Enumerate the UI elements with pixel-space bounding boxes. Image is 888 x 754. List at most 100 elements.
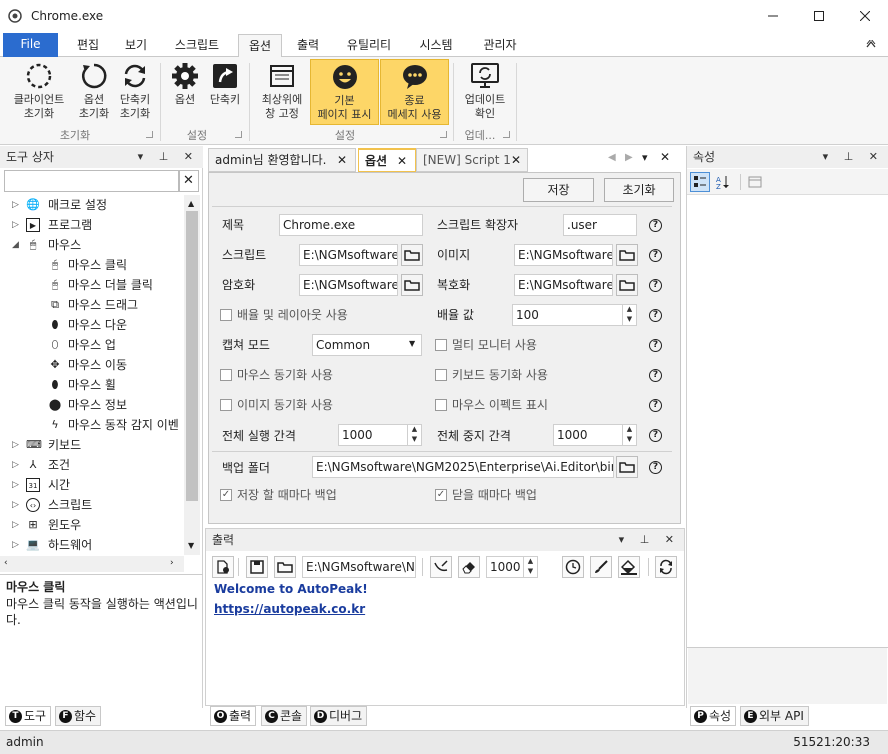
tab-output[interactable]: 출력 — [286, 34, 330, 57]
properties-panel-buttons[interactable]: ▾ ⊥ ✕ — [823, 146, 884, 168]
tab-output[interactable]: O 출력 — [210, 706, 257, 726]
decrypt-browse-button[interactable] — [616, 274, 638, 296]
spin-down-icon[interactable]: ▼ — [524, 566, 537, 576]
scale-layout-checkbox[interactable] — [220, 309, 232, 321]
group-reset-launcher[interactable] — [146, 131, 153, 138]
tree-item-condition[interactable]: ▷ ⅄ 조건 — [4, 455, 184, 475]
tab-view[interactable]: 보기 — [114, 34, 158, 57]
tab-script[interactable]: 스크립트 — [164, 34, 230, 57]
open-log-folder-button[interactable] — [274, 556, 296, 578]
default-page-button[interactable]: 기본 페이지 표시 — [310, 59, 379, 125]
save-button[interactable]: 저장 — [523, 178, 594, 202]
tab-properties[interactable]: P 속성 — [690, 706, 737, 726]
collapse-icon[interactable]: ◢ — [12, 235, 19, 255]
close-tab-icon[interactable]: ✕ — [511, 149, 521, 171]
title-input[interactable]: Chrome.exe — [279, 214, 423, 236]
help-icon[interactable]: ? — [649, 309, 662, 322]
close-tab-icon[interactable]: ✕ — [397, 150, 407, 172]
toolbox-hscrollbar[interactable]: ‹ › — [0, 556, 184, 572]
save-log-button[interactable] — [246, 556, 268, 578]
doc-tab-options[interactable]: 옵션 ✕ — [358, 148, 416, 172]
help-icon[interactable]: ? — [649, 249, 662, 262]
tree-item-mouse-click[interactable]: 🖰 마우스 클릭 — [4, 255, 184, 275]
expand-icon[interactable]: ▷ — [12, 435, 19, 455]
tree-item-mouse[interactable]: ◢ 🖱 마우스 — [4, 235, 184, 255]
keyboard-sync-checkbox[interactable] — [435, 369, 447, 381]
expand-icon[interactable]: ▷ — [12, 475, 19, 495]
tab-admin[interactable]: 관리자 — [472, 34, 528, 57]
tree-item-mouse-double-click[interactable]: 🖰 마우스 더블 클릭 — [4, 275, 184, 295]
doc-tab-welcome[interactable]: admin님 환영합니다. ✕ — [208, 148, 356, 172]
expand-icon[interactable]: ▷ — [12, 455, 19, 475]
scroll-right-icon[interactable]: › — [170, 558, 174, 568]
tree-item-mouse-down[interactable]: ⬮ 마우스 다운 — [4, 315, 184, 335]
expand-icon[interactable]: ▷ — [12, 215, 19, 235]
spin-down-icon[interactable]: ▼ — [623, 434, 636, 444]
tab-external-api[interactable]: E 외부 API — [740, 706, 809, 726]
scale-input[interactable]: 100 — [512, 304, 637, 326]
tab-options[interactable]: 옵션 — [238, 34, 282, 58]
close-tab-icon[interactable]: ✕ — [337, 149, 347, 171]
close-doc-icon[interactable]: ✕ — [660, 150, 670, 164]
tab-edit[interactable]: 편집 — [66, 34, 110, 57]
tab-console[interactable]: C 콘솔 — [261, 706, 308, 726]
alphabetical-button[interactable]: AZ — [713, 172, 733, 192]
tab-utility[interactable]: 유틸리티 — [336, 34, 402, 57]
spin-up-icon[interactable]: ▲ — [623, 304, 636, 314]
toolbox-tree[interactable]: ▷ 🌐 매크로 설정 ▷ ▶ 프로그램 ◢ 🖱 마우스 🖰 마우스 클릭 🖰 마우스 더블 클릭… — [4, 195, 184, 555]
output-panel-buttons[interactable]: ▾ ⊥ ✕ — [619, 529, 680, 551]
tree-item-program[interactable]: ▷ ▶ 프로그램 — [4, 215, 184, 235]
expand-icon[interactable]: ▷ — [12, 535, 19, 555]
tree-item-macro-settings[interactable]: ▷ 🌐 매크로 설정 — [4, 195, 184, 215]
output-path-input[interactable]: E:\NGMsoftware\NG — [302, 556, 416, 578]
expand-icon[interactable]: ▷ — [12, 195, 19, 215]
expand-icon[interactable]: ▷ — [12, 495, 19, 515]
timestamp-button[interactable] — [562, 556, 584, 578]
group-settings2-launcher[interactable] — [440, 131, 447, 138]
scroll-down-icon[interactable]: ▼ — [188, 541, 194, 550]
tree-item-window[interactable]: ▷ ⊞ 윈도우 — [4, 515, 184, 535]
help-icon[interactable]: ? — [649, 369, 662, 382]
exit-message-button[interactable]: 종료 메세지 사용 — [380, 59, 449, 125]
spin-up-icon[interactable]: ▲ — [524, 556, 537, 566]
collapse-ribbon-icon[interactable] — [866, 40, 876, 48]
script-browse-button[interactable] — [401, 244, 423, 266]
backup-browse-button[interactable] — [616, 456, 638, 478]
client-reset-button[interactable]: 클라이언트 초기화 — [4, 59, 74, 121]
group-update-launcher[interactable] — [503, 131, 510, 138]
encrypt-path-input[interactable]: E:\NGMsoftware\ — [299, 274, 398, 296]
option-reset-button[interactable]: 옵션 초기화 — [74, 59, 114, 121]
tree-item-keyboard[interactable]: ▷ ⌨ 키보드 — [4, 435, 184, 455]
tree-item-time[interactable]: ▷ 31 시간 — [4, 475, 184, 495]
backup-on-save-checkbox[interactable]: ✓ — [220, 489, 232, 501]
expand-icon[interactable]: ▷ — [12, 515, 19, 535]
mouse-sync-checkbox[interactable] — [220, 369, 232, 381]
log-count-spinner[interactable]: ▲ ▼ — [523, 556, 537, 578]
scroll-thumb[interactable] — [186, 211, 198, 501]
property-pages-button[interactable] — [745, 172, 765, 192]
scale-spinner[interactable]: ▲ ▼ — [622, 304, 636, 326]
close-window-button[interactable] — [842, 0, 888, 32]
capture-mode-select[interactable]: Common — [312, 334, 422, 356]
toolbox-panel-buttons[interactable]: ▾ ⊥ ✕ — [138, 146, 199, 168]
group-settings-launcher[interactable] — [235, 131, 242, 138]
categorized-button[interactable] — [690, 172, 710, 192]
doc-tab-script1[interactable]: [NEW] Script 1 ✕ — [416, 148, 528, 172]
new-log-button[interactable] — [212, 556, 234, 578]
shortcut-button[interactable]: 단축키 — [204, 59, 246, 107]
help-icon[interactable]: ? — [649, 461, 662, 474]
help-icon[interactable]: ? — [649, 219, 662, 232]
tab-debug[interactable]: D 디버그 — [310, 706, 368, 726]
help-icon[interactable]: ? — [649, 429, 662, 442]
maximize-button[interactable] — [796, 0, 842, 32]
image-sync-checkbox[interactable] — [220, 399, 232, 411]
multi-monitor-checkbox[interactable] — [435, 339, 447, 351]
website-link[interactable]: https://autopeak.co.kr — [214, 602, 365, 616]
tab-tools[interactable]: T 도구 — [5, 706, 52, 726]
tree-item-script[interactable]: ▷ ‹› 스크립트 — [4, 495, 184, 515]
script-path-input[interactable]: E:\NGMsoftware\ — [299, 244, 398, 266]
ext-input[interactable]: .user — [563, 214, 637, 236]
options-button[interactable]: 옵션 — [168, 59, 202, 107]
topmost-button[interactable]: 최상위에 창 고정 — [256, 59, 308, 121]
run-interval-spinner[interactable]: ▲ ▼ — [407, 424, 421, 446]
